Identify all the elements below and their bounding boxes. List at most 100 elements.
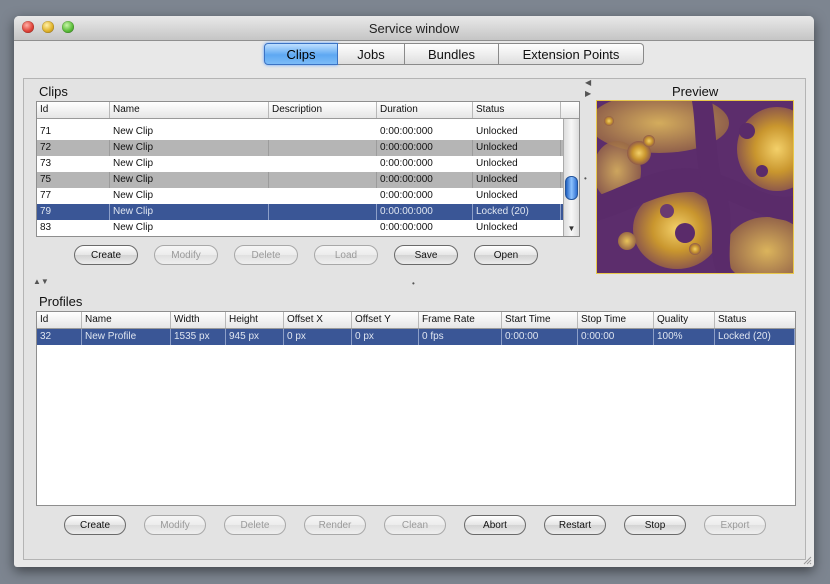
profile-cell-quality: 100% (654, 329, 715, 345)
clip-cell-id: 75 (37, 172, 110, 188)
profiles-delete-button[interactable]: Delete (224, 515, 286, 535)
column-header-width[interactable]: Width (171, 312, 226, 328)
profiles-modify-button[interactable]: Modify (144, 515, 206, 535)
horizontal-splitter-handle-icon[interactable]: • (412, 279, 415, 288)
clip-cell-id: 71 (37, 124, 110, 140)
clips-modify-button[interactable]: Modify (154, 245, 218, 265)
clips-table-header: Id Name Description Duration Status (37, 102, 579, 119)
profile-row[interactable]: 32 New Profile 1535 px 945 px 0 px 0 px 0 fps 0… (37, 329, 795, 345)
tab-bar: Clips Jobs Bundles Extension Points (264, 43, 644, 65)
tab-extension-points[interactable]: Extension Points (499, 43, 644, 65)
clip-row[interactable]: 83 New Clip 0:00:00:000 Unlocked (37, 220, 579, 236)
clip-cell-name: New Clip (110, 140, 269, 156)
resize-grip-icon[interactable] (802, 555, 812, 565)
clips-save-button[interactable]: Save (394, 245, 458, 265)
clip-cell-duration: 0:00:00:000 (377, 124, 473, 140)
scroll-down-arrow-icon[interactable]: ▼ (566, 224, 577, 234)
clip-cell-description (269, 188, 377, 204)
clip-cell-name: New Clip (110, 172, 269, 188)
clip-cell-duration: 0:00:00:000 (377, 140, 473, 156)
clips-create-button[interactable]: Create (74, 245, 138, 265)
profile-cell-name: New Profile (82, 329, 171, 345)
splitter-collapse-arrows-icon[interactable]: ▲▼ (33, 277, 49, 286)
tab-clips[interactable]: Clips (264, 43, 338, 65)
clip-cell-id: 72 (37, 140, 110, 156)
clip-cell-duration: 0:00:00:000 (377, 204, 473, 220)
clip-cell-status: Unlocked (473, 172, 561, 188)
clip-cell-id: 73 (37, 156, 110, 172)
column-header-status[interactable]: Status (473, 102, 561, 118)
clip-cell-name: New Clip (110, 124, 269, 140)
profile-cell-id: 32 (37, 329, 82, 345)
profiles-abort-button[interactable]: Abort (464, 515, 526, 535)
clip-row[interactable]: 71 New Clip 0:00:00:000 Unlocked (37, 124, 579, 140)
window-title: Service window (368, 21, 460, 36)
clip-cell-id: 79 (37, 204, 110, 220)
clips-scrollbar[interactable]: ▼ (563, 119, 579, 236)
clips-scroll-thumb[interactable] (565, 176, 578, 200)
column-header-offset-y[interactable]: Offset Y (352, 312, 419, 328)
clip-cell-description (269, 124, 377, 140)
header-corner (561, 102, 579, 118)
profiles-section-title: Profiles (39, 294, 83, 309)
fractal-preview-graphic (597, 101, 793, 273)
clips-delete-button[interactable]: Delete (234, 245, 298, 265)
clip-cell-duration: 0:00:00:000 (377, 220, 473, 236)
preview-image (596, 100, 794, 274)
clip-cell-status: Unlocked (473, 140, 561, 156)
clip-cell-name: New Clip (110, 188, 269, 204)
clip-cell-id: 77 (37, 188, 110, 204)
clip-row[interactable]: 77 New Clip 0:00:00:000 Unlocked (37, 188, 579, 204)
expand-right-arrow-icon[interactable]: ▶ (585, 89, 591, 98)
profiles-clean-button[interactable]: Clean (384, 515, 446, 535)
profiles-table[interactable]: Id Name Width Height Offset X Offset Y F… (36, 311, 796, 506)
column-header-status[interactable]: Status (715, 312, 795, 328)
column-header-id[interactable]: Id (37, 102, 110, 118)
clip-cell-duration: 0:00:00:000 (377, 188, 473, 204)
splitter-handle-icon[interactable]: • (584, 174, 587, 183)
preview-title: Preview (672, 84, 719, 99)
clip-row[interactable]: 72 New Clip 0:00:00:000 Unlocked (37, 140, 579, 156)
column-header-name[interactable]: Name (110, 102, 269, 118)
clip-cell-status: Unlocked (473, 156, 561, 172)
clip-cell-name: New Clip (110, 156, 269, 172)
clip-cell-status: Locked (20) (473, 204, 561, 220)
column-header-id[interactable]: Id (37, 312, 82, 328)
clip-cell-name: New Clip (110, 204, 269, 220)
profiles-restart-button[interactable]: Restart (544, 515, 606, 535)
column-header-description[interactable]: Description (269, 102, 377, 118)
clips-open-button[interactable]: Open (474, 245, 538, 265)
collapse-left-arrow-icon[interactable]: ◀ (585, 78, 591, 87)
tab-bundles[interactable]: Bundles (405, 43, 499, 65)
clip-cell-status: Unlocked (473, 188, 561, 204)
clip-row[interactable]: 79 New Clip 0:00:00:000 Locked (20) (37, 204, 579, 220)
tab-jobs[interactable]: Jobs (338, 43, 405, 65)
service-window: Service window Clips Jobs Bundles Extens… (14, 16, 814, 567)
profiles-stop-button[interactable]: Stop (624, 515, 686, 535)
clip-cell-name: New Clip (110, 220, 269, 236)
column-header-start-time[interactable]: Start Time (502, 312, 578, 328)
column-header-name[interactable]: Name (82, 312, 171, 328)
profile-cell-frame-rate: 0 fps (419, 329, 502, 345)
clips-load-button[interactable]: Load (314, 245, 378, 265)
column-header-stop-time[interactable]: Stop Time (578, 312, 654, 328)
column-header-height[interactable]: Height (226, 312, 284, 328)
column-header-frame-rate[interactable]: Frame Rate (419, 312, 502, 328)
clip-cell-description (269, 204, 377, 220)
clip-cell-description (269, 220, 377, 236)
profile-cell-start-time: 0:00:00 (502, 329, 578, 345)
title-bar[interactable]: Service window (14, 16, 814, 41)
clip-cell-description (269, 140, 377, 156)
profiles-create-button[interactable]: Create (64, 515, 126, 535)
profile-cell-status: Locked (20) (715, 329, 795, 345)
profile-cell-width: 1535 px (171, 329, 226, 345)
clip-row[interactable]: 73 New Clip 0:00:00:000 Unlocked (37, 156, 579, 172)
clip-cell-duration: 0:00:00:000 (377, 172, 473, 188)
clip-row[interactable]: 75 New Clip 0:00:00:000 Unlocked (37, 172, 579, 188)
profiles-export-button[interactable]: Export (704, 515, 766, 535)
column-header-quality[interactable]: Quality (654, 312, 715, 328)
profiles-render-button[interactable]: Render (304, 515, 366, 535)
clips-table[interactable]: Id Name Description Duration Status 71 Ne… (36, 101, 580, 237)
column-header-offset-x[interactable]: Offset X (284, 312, 352, 328)
column-header-duration[interactable]: Duration (377, 102, 473, 118)
